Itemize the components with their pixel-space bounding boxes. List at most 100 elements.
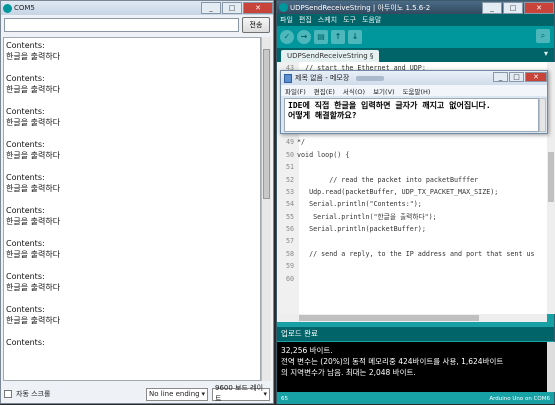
serial-output-line: 한글을 출력하다 (6, 250, 61, 259)
code-text: // send a reply, to the IP address and p… (297, 249, 535, 258)
menu-item[interactable]: 스케치 (318, 15, 337, 25)
minimize-button[interactable]: _ (201, 2, 221, 14)
notepad-window: 제목 없음 - 메모장 _ □ ✕ 파일(F) 편집(E) 서식(O) 보기(V) 도움… (280, 70, 548, 134)
line-number: 60 (285, 274, 294, 283)
verify-icon[interactable]: ✓ (280, 30, 294, 44)
scroll-thumb[interactable] (548, 152, 554, 202)
line-ending-value: No line ending (149, 389, 200, 398)
menu-item[interactable]: 도움말(H) (403, 86, 431, 96)
serial-output-line (6, 62, 258, 73)
notepad-titlebar: 제목 없음 - 메모장 _ □ ✕ (281, 71, 547, 85)
serial-output-line: 한글을 출력하다 (6, 52, 61, 61)
code-line: 55 Serial.println("한글을 출력하다"); (277, 211, 547, 223)
console-line: 32,256 바이트. (281, 346, 333, 355)
serial-output-line (6, 260, 258, 271)
serial-output-line: 한글을 출력하다 (6, 151, 61, 160)
baud-rate-select[interactable]: 9600 보드 레이트 ▾ (212, 384, 270, 403)
code-text: Serial.println("Contents:"); (297, 200, 422, 209)
menu-item[interactable]: 서식(O) (343, 86, 365, 96)
output-console: 32,256 바이트. 전역 변수는 (20%)의 동적 메모리중 424바이트를… (277, 342, 547, 392)
serial-output-line: Contents: (6, 272, 45, 281)
close-button[interactable]: ✕ (243, 2, 273, 14)
code-line: 60 (277, 273, 547, 285)
open-icon[interactable]: ↑ (331, 30, 345, 44)
notepad-menubar: 파일(F) 편집(E) 서식(O) 보기(V) 도움말(H) (281, 85, 547, 96)
new-icon[interactable]: ▤ (314, 30, 328, 44)
status-bar: 업로드 완료 (277, 327, 554, 341)
serial-output-line (6, 161, 258, 172)
line-number: 49 (285, 138, 294, 147)
serial-window-title: COM5 (14, 4, 35, 12)
serial-send-input[interactable] (4, 18, 239, 32)
code-line: 53 Udp.read(packetBuffer, UDP_TX_PACKET_… (277, 186, 547, 198)
menu-item[interactable]: 편집(E) (314, 86, 335, 96)
menu-item[interactable]: 파일 (280, 15, 293, 25)
menu-item[interactable]: 편집 (299, 15, 312, 25)
line-number: 51 (285, 163, 294, 172)
scroll-thumb[interactable] (263, 49, 270, 199)
board-port-indicator: Arduino Uno on COM6 (489, 395, 550, 402)
minimize-button[interactable]: _ (482, 1, 502, 14)
blurred-text (356, 75, 385, 81)
serial-output-line: Contents: (6, 173, 45, 182)
editor-vertical-scrollbar[interactable] (547, 62, 555, 314)
close-button[interactable]: ✕ (524, 1, 554, 14)
serial-output-line: 한글을 출력하다 (6, 316, 61, 325)
code-line: 50 void loop() { (277, 149, 547, 161)
notepad-text-line: 어떻게 해결할까요? (288, 111, 357, 120)
ide-menubar: 파일 편집 스케치 도구 도움말 (277, 14, 554, 26)
code-text: // read the packet into packetBufffer (297, 175, 479, 184)
tab-menu-icon[interactable]: ▾ (544, 49, 548, 58)
serial-output-line: Contents: (6, 140, 45, 149)
serial-output-line: Contents: (6, 305, 45, 314)
line-number: 58 (285, 249, 294, 258)
ide-titlebar: UDPSendReceiveString | 아두이노 1.5.6-2 _ □ … (277, 1, 554, 14)
serial-monitor-window: COM5 _ □ ✕ 전송 Contents: 한글을 출력하다 Contents:… (0, 0, 274, 404)
arduino-app-icon (279, 3, 288, 12)
line-ending-select[interactable]: No line ending ▾ (146, 387, 208, 401)
upload-icon[interactable]: → (297, 30, 311, 44)
serial-scrollbar[interactable] (261, 37, 271, 381)
maximize-button[interactable]: □ (509, 72, 524, 82)
code-line: 58 // send a reply, to the IP address an… (277, 248, 547, 260)
serial-output-line (6, 227, 258, 238)
serial-output-line (6, 326, 258, 337)
code-text: void loop() { (297, 150, 350, 159)
console-scrollbar[interactable] (547, 342, 555, 392)
line-number: 52 (285, 175, 294, 184)
line-number: 55 (285, 212, 294, 221)
close-button[interactable]: ✕ (525, 72, 547, 82)
autoscroll-checkbox[interactable] (4, 390, 12, 398)
serial-monitor-icon[interactable]: ⌕ (536, 29, 550, 43)
code-text: */ (297, 138, 306, 147)
menu-item[interactable]: 도움말 (362, 15, 381, 25)
tab-sketch[interactable]: UDPSendReceiveString § (281, 50, 380, 62)
serial-output-line: Contents: (6, 206, 45, 215)
maximize-button[interactable]: □ (222, 2, 242, 14)
menu-item[interactable]: 파일(F) (285, 86, 306, 96)
serial-output-line: Contents: (6, 107, 45, 116)
line-number: 54 (285, 200, 294, 209)
serial-output-line: 한글을 출력하다 (6, 283, 61, 292)
menu-item[interactable]: 도구 (343, 15, 356, 25)
serial-output-area[interactable]: Contents: 한글을 출력하다 Contents: 한글을 출력하다 Conten… (3, 37, 261, 381)
minimize-button[interactable]: _ (493, 72, 508, 82)
editor-horizontal-scrollbar[interactable] (277, 314, 547, 322)
menu-item[interactable]: 보기(V) (373, 86, 394, 96)
notepad-text-area[interactable]: IDE에 직접 한글을 입력하면 글자가 깨지고 없어집니다. 어떻게 해결할까… (284, 98, 539, 132)
save-icon[interactable]: ↓ (348, 30, 362, 44)
baud-rate-value: 9600 보드 레이트 (215, 384, 264, 403)
serial-output-line: 한글을 출력하다 (6, 184, 61, 193)
code-line: 56 Serial.println(packetBuffer); (277, 223, 547, 235)
serial-output-line: Contents: (6, 74, 45, 83)
serial-output-line: Contents: (6, 239, 45, 248)
code-line: 57 (277, 235, 547, 247)
maximize-button[interactable]: □ (503, 1, 523, 14)
scroll-thumb[interactable] (299, 315, 479, 321)
notepad-scrollbar[interactable] (539, 98, 546, 132)
ide-window-title: UDPSendReceiveString | 아두이노 1.5.6-2 (290, 3, 431, 12)
serial-output-line (6, 128, 258, 139)
line-number-indicator: 65 (281, 395, 288, 402)
code-line: 54 Serial.println("Contents:"); (277, 198, 547, 210)
send-button[interactable]: 전송 (242, 17, 270, 33)
